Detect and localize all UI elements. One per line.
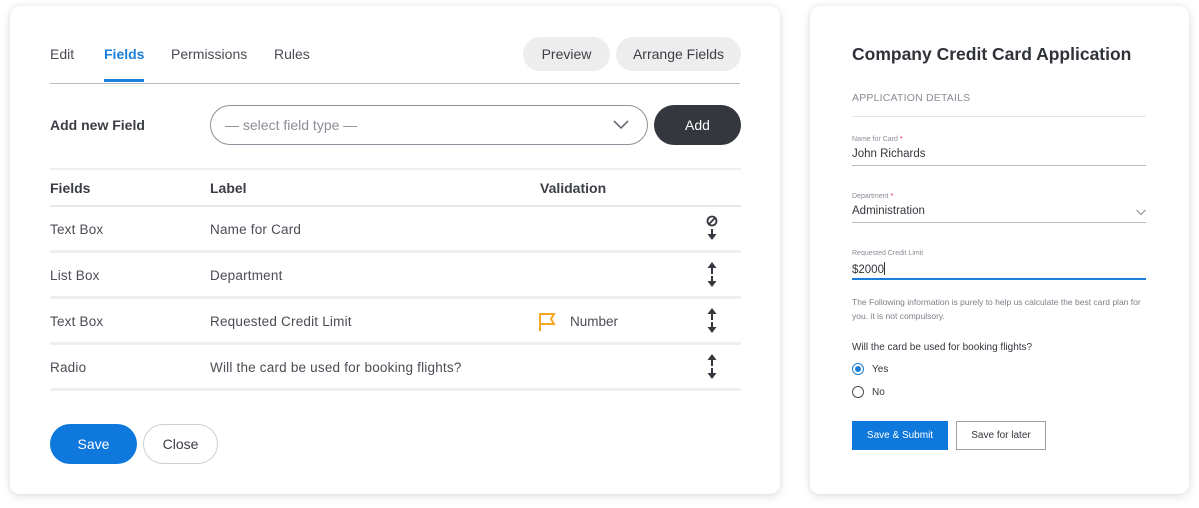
tab-rules[interactable]: Rules [274, 46, 310, 82]
save-submit-button[interactable]: Save & Submit [852, 421, 948, 450]
form-preview-panel: Company Credit Card Application APPLICAT… [810, 6, 1189, 494]
hint-text: The Following information is purely to h… [852, 297, 1141, 321]
chevron-down-icon [613, 120, 629, 130]
save-for-later-button[interactable]: Save for later [956, 421, 1046, 450]
header-label: Label [210, 180, 247, 196]
field-label: Requested Credit Limit [852, 250, 924, 257]
add-field-label: Add new Field [50, 117, 145, 133]
field-label: Will the card be used for booking flight… [210, 360, 462, 375]
arrow-up-icon[interactable] [707, 262, 717, 274]
field-label: Requested Credit Limit [210, 314, 352, 329]
credit-limit-input[interactable]: $2000 [852, 262, 1146, 280]
credit-limit-field[interactable]: Requested Credit Limit $2000 [852, 250, 1146, 280]
move-controls[interactable] [705, 213, 719, 245]
fields-table: Fields Label Validation Text Box Name fo… [50, 168, 741, 391]
name-input[interactable]: John Richards [852, 148, 1146, 166]
radio-label: Yes [872, 363, 889, 375]
section-heading: APPLICATION DETAILS [852, 92, 971, 104]
department-field[interactable]: Department * Administration [852, 193, 1146, 223]
preview-button[interactable]: Preview [523, 37, 610, 71]
flag-icon [539, 313, 556, 331]
arrow-down-icon[interactable] [707, 368, 717, 379]
tab-permissions[interactable]: Permissions [171, 46, 247, 82]
required-marker: * [890, 193, 894, 200]
department-select[interactable]: Administration [852, 205, 1146, 223]
field-type: Radio [50, 360, 87, 375]
field-type: Text Box [50, 222, 104, 237]
header-fields: Fields [50, 180, 91, 196]
tabs-divider [50, 83, 740, 84]
table-row[interactable]: Text Box Name for Card [50, 207, 741, 253]
text-caret [883, 262, 885, 275]
arrow-down-icon[interactable] [707, 276, 717, 287]
arrow-up-icon[interactable] [707, 308, 717, 320]
add-button[interactable]: Add [654, 105, 741, 145]
close-button[interactable]: Close [143, 424, 218, 464]
field-type: Text Box [50, 314, 104, 329]
table-row[interactable]: Radio Will the card be used for booking … [50, 345, 741, 391]
tab-fields[interactable]: Fields [104, 46, 145, 82]
radio-yes[interactable]: Yes [852, 363, 888, 375]
move-controls[interactable] [705, 259, 719, 291]
section-divider [852, 116, 1146, 117]
credit-limit-value: $2000 [852, 264, 884, 276]
form-title: Company Credit Card Application [852, 44, 1132, 64]
disabled-icon [706, 215, 718, 227]
arrow-up-icon[interactable] [707, 354, 717, 366]
table-row[interactable]: Text Box Requested Credit Limit Number [50, 299, 741, 345]
radio-label: No [872, 386, 885, 398]
radio-unchecked-icon[interactable] [852, 386, 864, 398]
move-controls[interactable] [705, 305, 719, 337]
chevron-down-icon [1136, 209, 1146, 216]
field-label: Department [210, 268, 283, 283]
radio-no[interactable]: No [852, 386, 885, 398]
field-type-select[interactable]: — select field type — [210, 105, 648, 145]
field-editor-panel: Edit Fields Permissions Rules Preview Ar… [10, 6, 780, 494]
tab-edit[interactable]: Edit [50, 46, 74, 82]
header-validation: Validation [540, 180, 607, 196]
name-for-card-field[interactable]: Name for Card * John Richards [852, 136, 1146, 166]
field-label: Department * [852, 193, 894, 200]
table-row[interactable]: List Box Department [50, 253, 741, 299]
table-header: Fields Label Validation [50, 168, 741, 207]
radio-checked-icon[interactable] [852, 363, 864, 375]
field-label: Name for Card [210, 222, 302, 237]
department-value: Administration [852, 205, 925, 217]
arrow-down-icon[interactable] [707, 322, 717, 333]
select-placeholder: — select field type — [225, 117, 358, 133]
required-marker: * [899, 136, 903, 143]
save-button[interactable]: Save [50, 424, 137, 464]
arrow-down-icon[interactable] [707, 229, 717, 240]
move-controls[interactable] [705, 351, 719, 383]
arrange-fields-button[interactable]: Arrange Fields [616, 37, 741, 71]
field-type: List Box [50, 268, 100, 283]
validation-value: Number [570, 314, 619, 329]
field-label: Name for Card * [852, 136, 903, 143]
flights-question: Will the card be used for booking flight… [852, 342, 1033, 353]
